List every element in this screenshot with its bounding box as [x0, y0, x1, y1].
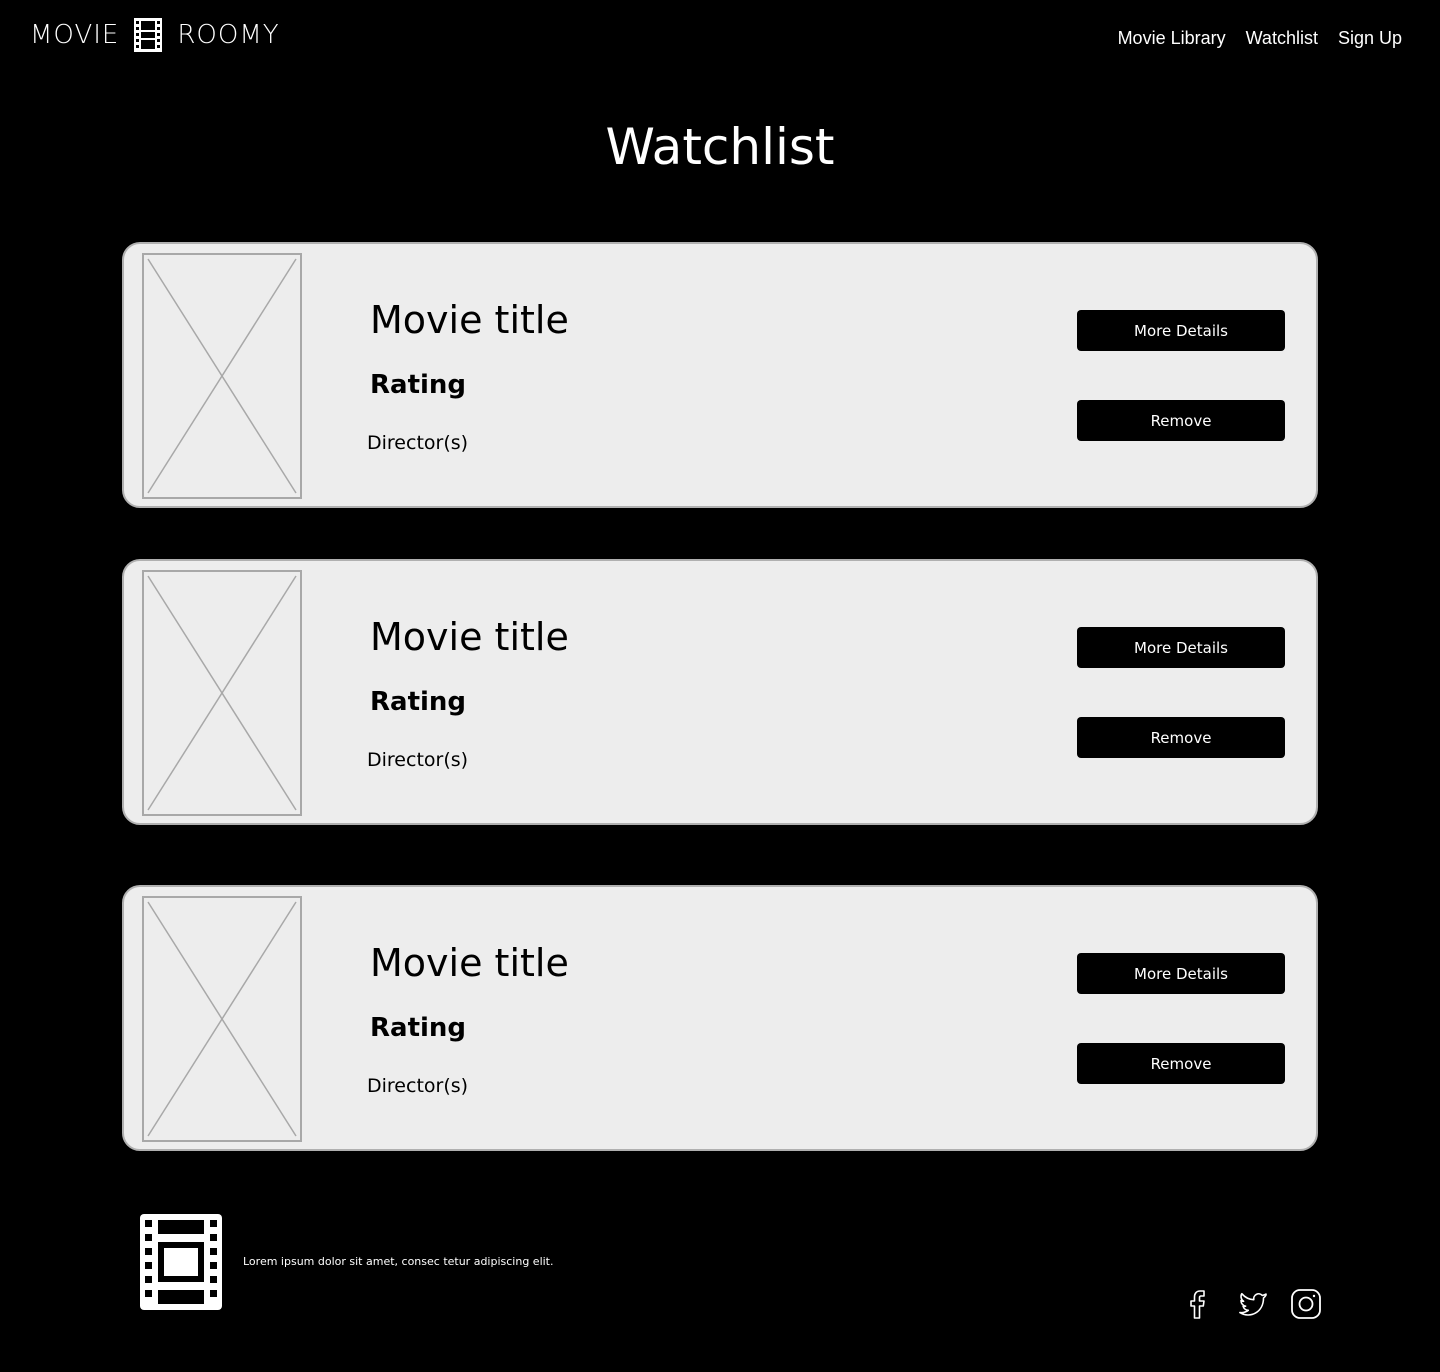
twitter-icon[interactable]: [1234, 1286, 1270, 1322]
more-details-button[interactable]: More Details: [1077, 953, 1285, 994]
movie-rating: Rating: [370, 687, 467, 717]
footer-text: Lorem ipsum dolor sit amet, consec tetur…: [243, 1255, 554, 1268]
poster-placeholder-image: [142, 253, 302, 499]
remove-button[interactable]: Remove: [1077, 400, 1285, 441]
page-title: Watchlist: [605, 118, 835, 176]
watchlist-card: Movie title Rating Director(s) More Deta…: [122, 885, 1318, 1151]
site-logo[interactable]: MOVIE ROOMY: [30, 16, 280, 54]
page: MOVIE ROOMY Movie Library Watchlist Sign…: [0, 0, 1440, 1372]
nav-movie-library[interactable]: Movie Library: [1118, 28, 1226, 49]
movie-title: Movie title: [370, 615, 569, 659]
poster-placeholder-image: [142, 896, 302, 1142]
movie-rating: Rating: [370, 1013, 467, 1043]
more-details-button[interactable]: More Details: [1077, 627, 1285, 668]
watchlist-card: Movie title Rating Director(s) More Deta…: [122, 559, 1318, 825]
footer-film-icon: [138, 1212, 224, 1312]
movie-title: Movie title: [370, 298, 569, 342]
instagram-icon[interactable]: [1288, 1286, 1324, 1322]
facebook-icon[interactable]: [1180, 1286, 1216, 1322]
nav-sign-up[interactable]: Sign Up: [1338, 28, 1402, 49]
movie-rating: Rating: [370, 370, 467, 400]
movie-directors: Director(s): [367, 1075, 469, 1097]
logo-word-movie: MOVIE: [30, 20, 120, 50]
poster-placeholder-image: [142, 570, 302, 816]
movie-directors: Director(s): [367, 749, 469, 771]
remove-button[interactable]: Remove: [1077, 1043, 1285, 1084]
watchlist-card: Movie title Rating Director(s) More Deta…: [122, 242, 1318, 508]
movie-directors: Director(s): [367, 432, 469, 454]
social-links: [1180, 1286, 1324, 1322]
more-details-button[interactable]: More Details: [1077, 310, 1285, 351]
movie-title: Movie title: [370, 941, 569, 985]
remove-button[interactable]: Remove: [1077, 717, 1285, 758]
nav-watchlist[interactable]: Watchlist: [1246, 28, 1318, 49]
logo-word-roomy: ROOMY: [177, 20, 280, 50]
main-nav: Movie Library Watchlist Sign Up: [1118, 28, 1402, 49]
film-strip-icon: [134, 18, 163, 52]
